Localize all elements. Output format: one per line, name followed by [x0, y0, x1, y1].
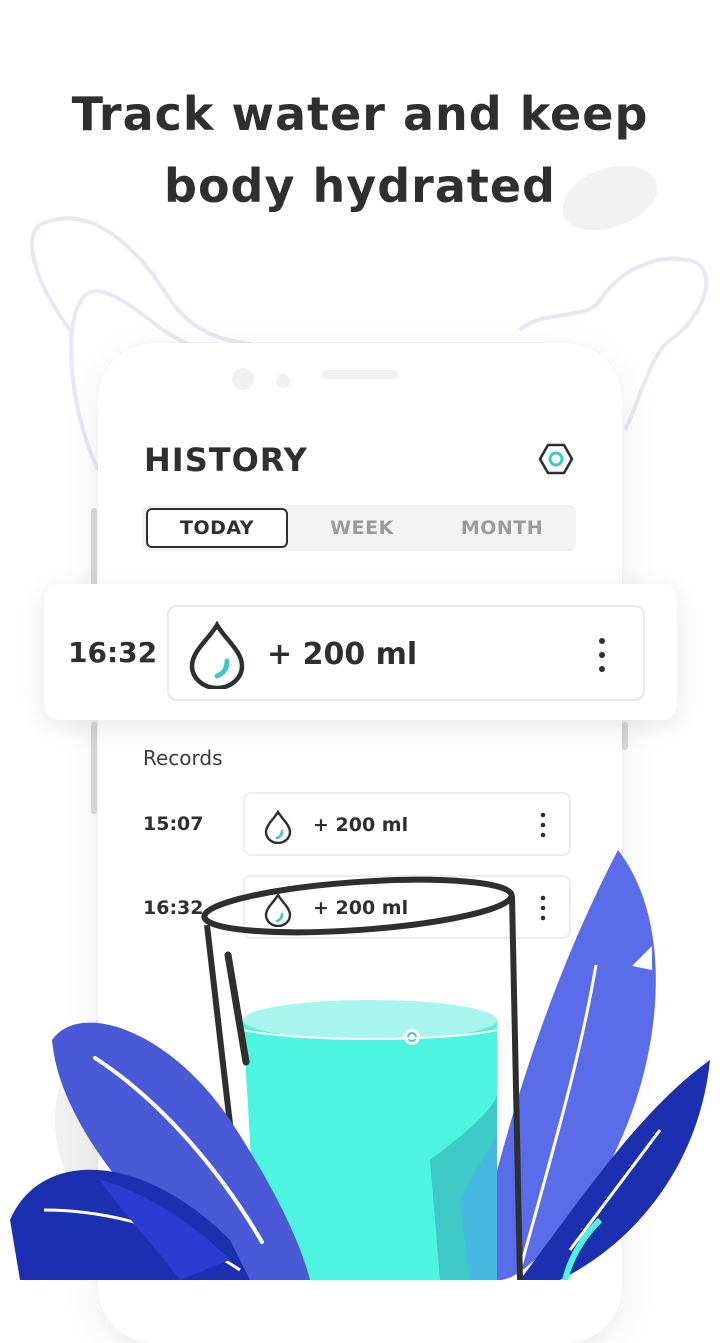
phone-side-button-2 — [91, 722, 97, 814]
water-drop-icon — [264, 893, 292, 927]
more-options-icon[interactable] — [539, 895, 547, 921]
highlighted-record-entry[interactable]: + 200 ml — [167, 605, 645, 701]
headline-line-1: Track water and keep — [71, 87, 649, 141]
page-title: HISTORY — [144, 441, 308, 479]
record-amount: + 200 ml — [313, 897, 409, 919]
record-card[interactable]: + 200 ml — [243, 792, 571, 856]
earpiece-speaker — [322, 370, 398, 379]
highlighted-record-card[interactable]: 16:32 + 200 ml — [44, 584, 677, 720]
tab-today[interactable]: TODAY — [146, 508, 288, 548]
tab-month[interactable]: MONTH — [432, 508, 572, 548]
phone-side-button — [91, 508, 97, 586]
more-options-icon[interactable] — [539, 812, 547, 838]
headline: Track water and keep body hydrated — [0, 78, 720, 222]
sensor — [276, 374, 290, 388]
front-camera — [232, 368, 254, 390]
record-time: 16:32 — [143, 897, 204, 919]
phone-mockup: HISTORY TODAY WEEK MONTH Records 15:07 +… — [98, 343, 622, 1343]
highlighted-record-amount: + 200 ml — [267, 637, 418, 672]
record-time: 15:07 — [143, 813, 204, 835]
phone-side-button-3 — [622, 722, 628, 750]
record-amount: + 200 ml — [313, 814, 409, 836]
highlighted-record-time: 16:32 — [68, 636, 158, 669]
water-drop-icon — [264, 810, 292, 844]
more-options-icon[interactable] — [597, 637, 607, 673]
hexagon-settings-icon[interactable] — [538, 441, 574, 477]
water-drop-icon — [189, 621, 245, 689]
period-tabs: TODAY WEEK MONTH — [142, 505, 576, 551]
headline-line-2: body hydrated — [164, 159, 556, 213]
records-heading: Records — [143, 746, 223, 770]
tab-week[interactable]: WEEK — [292, 508, 432, 548]
record-card[interactable]: + 200 ml — [243, 875, 571, 939]
